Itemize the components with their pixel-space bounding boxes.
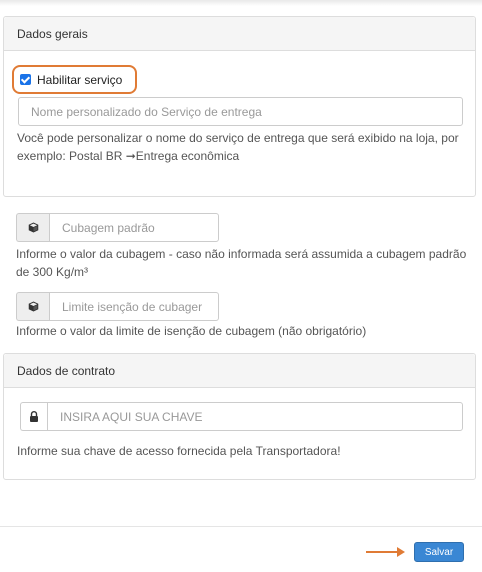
checkbox-checked-icon[interactable] — [20, 74, 31, 85]
access-key-placeholder: INSIRA AQUI SUA CHAVE — [60, 409, 203, 424]
enable-service-checkbox[interactable]: Habilitar serviço — [12, 65, 137, 94]
enable-service-label[interactable]: Habilitar serviço — [37, 73, 122, 87]
cubage-input[interactable]: Cubagem padrão — [49, 213, 219, 242]
cubage-help-line2: de 300 Kg/m³ — [16, 265, 89, 279]
lock-icon — [20, 402, 47, 431]
footer-divider — [0, 526, 482, 527]
cubage-limit-placeholder: Limite isenção de cubager — [62, 299, 203, 314]
access-key-input[interactable]: INSIRA AQUI SUA CHAVE — [47, 402, 463, 431]
access-key-input-group: INSIRA AQUI SUA CHAVE — [20, 402, 463, 431]
cubage-limit-input[interactable]: Limite isenção de cubager — [49, 292, 219, 321]
service-name-help: Você pode personalizar o nome do serviço… — [17, 129, 469, 165]
contract-panel-heading: Dados de contrato — [4, 354, 475, 388]
service-name-help-line1: Você pode personalizar o nome do serviço… — [17, 131, 459, 145]
general-panel-heading: Dados gerais — [4, 17, 475, 51]
arrow-right-icon — [366, 547, 405, 557]
service-name-placeholder: Nome personalizado do Serviço de entrega — [31, 104, 262, 119]
cube-icon — [16, 213, 49, 242]
cubage-placeholder: Cubagem padrão — [62, 220, 155, 235]
service-name-help-line2: exemplo: Postal BR ➞Entrega econômica — [17, 149, 240, 163]
cubage-limit-help: Informe o valor da limite de isenção de … — [16, 324, 367, 338]
save-button[interactable]: Salvar — [414, 542, 464, 562]
service-name-input[interactable]: Nome personalizado do Serviço de entrega — [18, 97, 463, 126]
cubage-input-group: Cubagem padrão — [16, 213, 219, 242]
access-key-help: Informe sua chave de acesso fornecida pe… — [17, 444, 341, 458]
general-panel: Dados gerais Habilitar serviço Nome pers… — [3, 16, 476, 197]
cubage-help: Informe o valor da cubagem - caso não in… — [16, 245, 476, 281]
contract-panel: Dados de contrato INSIRA AQUI SUA CHAVE … — [3, 353, 476, 480]
top-shadow — [0, 0, 482, 6]
cubage-help-line1: Informe o valor da cubagem - caso não in… — [16, 247, 467, 261]
cubage-limit-input-group: Limite isenção de cubager — [16, 292, 219, 321]
cube-icon — [16, 292, 49, 321]
